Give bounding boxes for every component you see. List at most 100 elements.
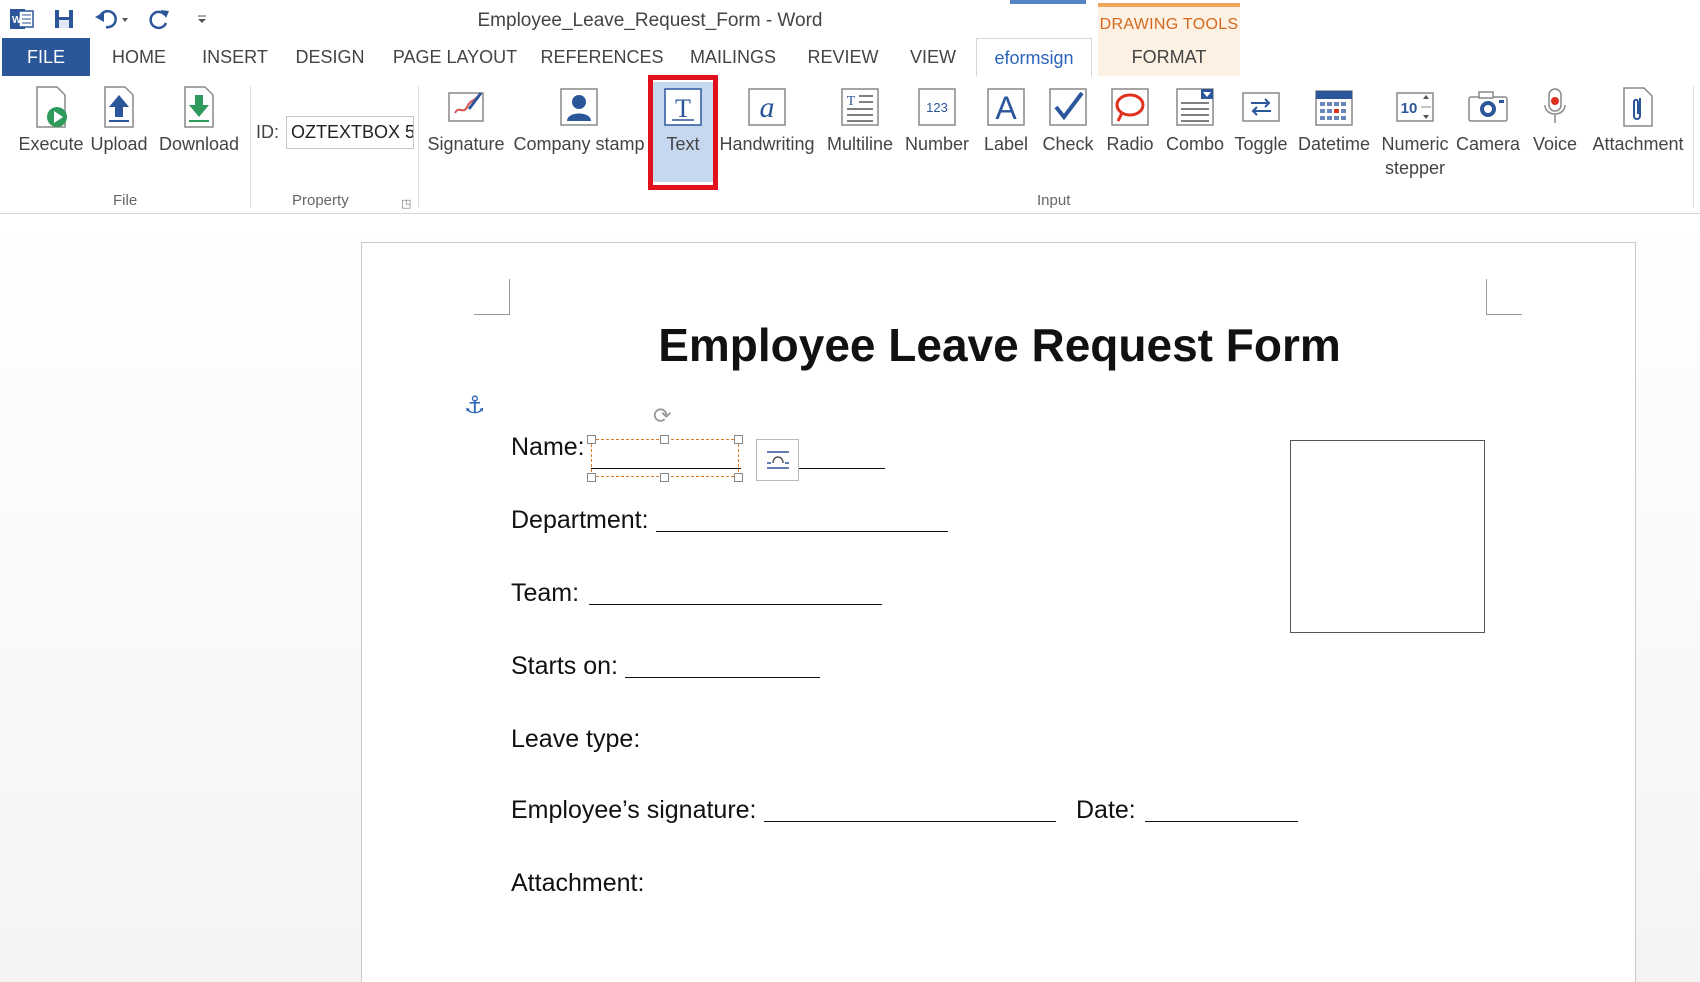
number-icon: 123: [900, 82, 974, 132]
resize-handle[interactable]: [660, 435, 669, 444]
combo-label: Combo: [1165, 134, 1225, 154]
resize-handle[interactable]: [587, 473, 596, 482]
date-underline[interactable]: [1145, 821, 1298, 822]
tab-eformsign[interactable]: eformsign: [976, 38, 1092, 77]
numeric-stepper-icon-glyph: 10: [1401, 100, 1418, 117]
company-stamp-icon: [510, 82, 648, 132]
check-button[interactable]: Check: [1038, 82, 1098, 156]
group-separator: [250, 86, 251, 208]
company-stamp-button[interactable]: Company stamp: [510, 82, 648, 156]
photo-placeholder[interactable]: [1290, 440, 1485, 633]
signature-icon: [424, 82, 508, 132]
radio-icon: [1100, 82, 1160, 132]
numeric-stepper-button[interactable]: 10 Numeric stepper: [1378, 82, 1452, 180]
title-bar: W Employee_Leave_Request_Form - Word: [0, 0, 1700, 38]
ribbon: Execute Upload Download File ID: OZTEXTB…: [0, 76, 1700, 214]
rotate-icon[interactable]: ⟳: [653, 403, 671, 429]
toggle-label: Toggle: [1234, 134, 1288, 154]
attachment-button[interactable]: Attachment: [1588, 82, 1688, 156]
download-button[interactable]: Download: [154, 82, 244, 156]
radio-label: Radio: [1106, 134, 1154, 154]
tab-review[interactable]: REVIEW: [802, 38, 884, 76]
camera-button[interactable]: Camera: [1454, 82, 1522, 156]
signature-button[interactable]: Signature: [424, 82, 508, 156]
name-label: Name:: [511, 433, 585, 461]
number-button[interactable]: 123 Number: [900, 82, 974, 156]
resize-handle[interactable]: [587, 435, 596, 444]
multiline-button[interactable]: T Multiline: [822, 82, 898, 156]
crop-mark-top-left: [474, 279, 510, 315]
execute-button[interactable]: Execute: [16, 82, 86, 156]
tab-format[interactable]: FORMAT: [1098, 38, 1240, 76]
tab-file[interactable]: FILE: [2, 38, 90, 76]
id-input[interactable]: OZTEXTBOX 5: [286, 116, 414, 149]
document-page[interactable]: Employee Leave Request Form ⚓ Name: ⟳ De…: [361, 242, 1636, 982]
resize-handle[interactable]: [734, 473, 743, 482]
datetime-label: Datetime: [1297, 134, 1371, 154]
text-icon: T: [653, 82, 713, 132]
upload-button[interactable]: Upload: [86, 82, 152, 156]
name-text-field[interactable]: [591, 439, 739, 477]
signature-underline[interactable]: [764, 821, 1056, 822]
svg-text:T: T: [847, 94, 856, 109]
radio-button[interactable]: Radio: [1100, 82, 1160, 156]
text-icon-glyph: T: [675, 94, 691, 123]
handwriting-icon: a: [716, 82, 818, 132]
combo-icon: [1162, 82, 1228, 132]
execute-label: Execute: [18, 134, 84, 154]
attachment-icon: [1588, 82, 1688, 132]
team-underline[interactable]: [589, 604, 882, 605]
department-label: Department:: [511, 506, 649, 534]
tab-mailings[interactable]: MAILINGS: [684, 38, 782, 76]
label-button-label: Label: [983, 134, 1029, 154]
ribbon-tabs: FILE HOME INSERT DESIGN PAGE LAYOUT REFE…: [0, 38, 1700, 114]
starts-on-label: Starts on:: [511, 652, 618, 680]
camera-label: Camera: [1455, 134, 1521, 154]
upload-label: Upload: [90, 134, 148, 154]
team-label: Team:: [511, 579, 580, 607]
tab-insert[interactable]: INSERT: [192, 38, 278, 76]
upload-icon: [86, 82, 152, 132]
tab-references[interactable]: REFERENCES: [540, 38, 664, 76]
tab-page-layout[interactable]: PAGE LAYOUT: [390, 38, 520, 76]
company-stamp-label: Company stamp: [513, 134, 645, 154]
resize-handle[interactable]: [660, 473, 669, 482]
multiline-icon: T: [822, 82, 898, 132]
starts-on-underline[interactable]: [625, 677, 820, 678]
layout-options-button[interactable]: [756, 439, 799, 481]
layout-options-icon: [766, 451, 789, 469]
text-button[interactable]: T Text: [653, 82, 713, 182]
drawing-tools-label: DRAWING TOOLS: [1098, 3, 1240, 41]
voice-button[interactable]: Voice: [1526, 82, 1584, 156]
camera-icon: [1454, 82, 1522, 132]
label-button[interactable]: A Label: [976, 82, 1036, 156]
check-label: Check: [1042, 134, 1094, 154]
crop-mark-top-right: [1486, 279, 1522, 315]
number-label: Number: [904, 134, 970, 154]
handwriting-icon-glyph: a: [760, 91, 775, 124]
department-underline[interactable]: [656, 531, 948, 532]
tab-design[interactable]: DESIGN: [288, 38, 372, 76]
number-icon-glyph: 123: [926, 100, 948, 115]
resize-handle[interactable]: [734, 435, 743, 444]
employee-signature-label: Employee’s signature:: [511, 796, 757, 824]
anchor-icon: ⚓: [464, 392, 486, 419]
datetime-button[interactable]: Datetime: [1294, 82, 1374, 156]
group-separator: [418, 86, 419, 208]
label-icon-glyph: A: [995, 90, 1017, 126]
multiline-label: Multiline: [826, 134, 894, 154]
toggle-button[interactable]: Toggle: [1230, 82, 1292, 156]
text-label: Text: [666, 134, 700, 154]
handwriting-label: Handwriting: [719, 134, 815, 154]
tab-home[interactable]: HOME: [100, 38, 178, 76]
title-accent: [1010, 0, 1086, 4]
tab-view[interactable]: VIEW: [904, 38, 962, 76]
signature-label: Signature: [427, 134, 505, 154]
combo-button[interactable]: Combo: [1162, 82, 1228, 156]
group-separator: [1693, 86, 1694, 208]
handwriting-button[interactable]: a Handwriting: [716, 82, 818, 156]
voice-icon: [1526, 82, 1584, 132]
date-label: Date:: [1076, 796, 1136, 824]
property-dialog-launcher-icon[interactable]: ◳: [401, 197, 411, 210]
execute-icon: [16, 82, 86, 132]
